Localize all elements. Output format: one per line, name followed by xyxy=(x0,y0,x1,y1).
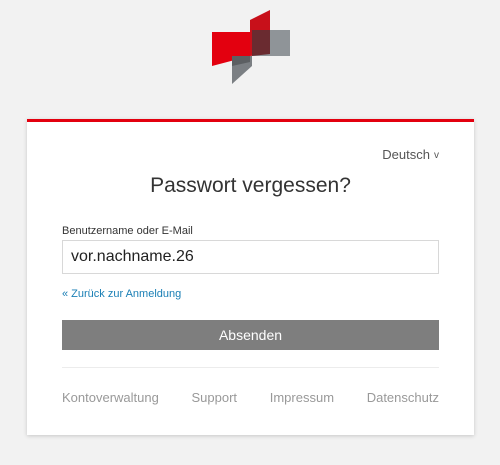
footer-link-account[interactable]: Kontoverwaltung xyxy=(62,390,159,405)
brand-logo xyxy=(212,10,292,84)
footer-link-privacy[interactable]: Datenschutz xyxy=(367,390,439,405)
page-title: Passwort vergessen? xyxy=(150,174,351,197)
brand-logo-icon xyxy=(212,10,290,84)
chevron-down-icon: v xyxy=(434,150,439,161)
username-label: Benutzername oder E-Mail xyxy=(62,225,193,237)
footer-link-imprint[interactable]: Impressum xyxy=(270,390,334,405)
submit-button[interactable]: Absenden xyxy=(62,320,439,350)
footer-link-support[interactable]: Support xyxy=(192,390,238,405)
footer-links: Kontoverwaltung Support Impressum Datens… xyxy=(62,390,439,405)
back-to-login-link[interactable]: « Zurück zur Anmeldung xyxy=(62,288,181,300)
language-selector[interactable]: Deutsch v xyxy=(382,147,439,162)
language-label: Deutsch xyxy=(382,147,430,162)
username-input[interactable] xyxy=(62,240,439,274)
footer-divider xyxy=(62,367,439,368)
forgot-password-card: Deutsch v Passwort vergessen? Benutzernam… xyxy=(27,119,474,435)
